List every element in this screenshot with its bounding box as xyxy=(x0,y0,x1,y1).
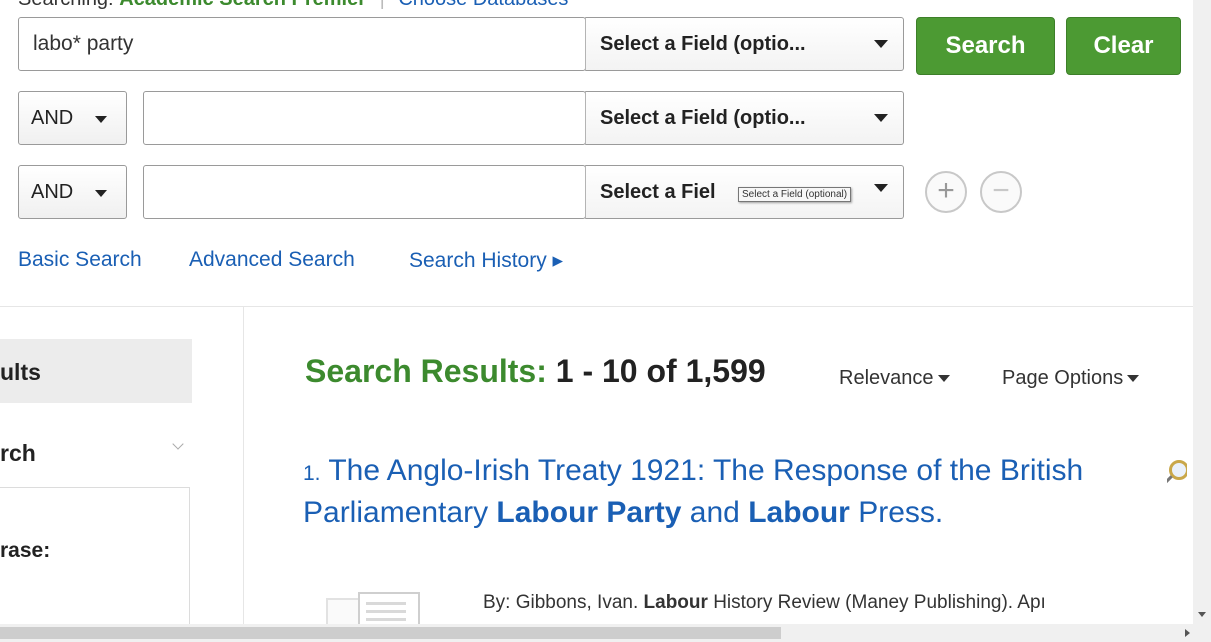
choose-databases-link[interactable]: Choose Databases xyxy=(398,0,568,10)
field-select-3-label: Select a Fiel xyxy=(600,181,716,203)
searching-label: Searching: xyxy=(18,0,114,10)
result-number: 1. xyxy=(303,462,321,485)
advanced-search-link[interactable]: Advanced Search xyxy=(189,248,355,272)
page-options-dropdown[interactable]: Page Options xyxy=(1002,367,1140,390)
sort-label: Relevance xyxy=(839,367,934,389)
sidebar-header-label: ults xyxy=(0,359,41,385)
basic-search-link[interactable]: Basic Search xyxy=(18,248,142,272)
search-history-link[interactable]: Search History ▸ xyxy=(409,248,563,273)
field-select-1-label: Select a Field (optio... xyxy=(600,33,806,55)
horizontal-scrollbar[interactable] xyxy=(0,624,1211,642)
results-count: 1 - 10 of 1,599 xyxy=(555,353,766,389)
search-input-2[interactable] xyxy=(143,91,586,145)
horizontal-scroll-thumb[interactable] xyxy=(0,627,781,639)
field-select-2-label: Select a Field (optio... xyxy=(600,107,806,129)
sidebar-panel: rase: xyxy=(0,487,190,627)
boolean-select-2[interactable]: AND xyxy=(18,91,127,145)
field-select-1[interactable]: Select a Field (optio... xyxy=(585,17,904,71)
field-select-2[interactable]: Select a Field (optio... xyxy=(585,91,904,145)
scroll-down-arrow-icon[interactable] xyxy=(1198,612,1206,617)
result-byline: By: Gibbons, Ivan. Labour History Review… xyxy=(483,592,1046,613)
column-divider xyxy=(243,307,244,627)
page-options-label: Page Options xyxy=(1002,367,1124,389)
boolean-select-3[interactable]: AND xyxy=(18,165,127,219)
sidebar-header: ults xyxy=(0,339,192,403)
searching-line: Searching: Academic Search Premier | Cho… xyxy=(18,0,568,11)
chevron-down-icon xyxy=(874,184,888,192)
chevron-down-icon xyxy=(874,114,888,122)
results-label: Search Results: xyxy=(305,353,547,389)
scroll-right-arrow-icon[interactable] xyxy=(1185,629,1190,637)
search-button[interactable]: Search xyxy=(916,17,1055,75)
search-input-1[interactable]: labo* party xyxy=(18,17,586,71)
chevron-down-icon xyxy=(937,375,950,383)
sidebar-phrase-label: rase: xyxy=(0,539,51,562)
boolean-select-2-label: AND xyxy=(31,107,74,129)
boolean-select-3-label: AND xyxy=(31,181,74,203)
chevron-down-icon xyxy=(95,190,107,197)
chevron-down-icon xyxy=(1127,375,1140,383)
result-title[interactable]: 1. The Anglo-Irish Treaty 1921: The Resp… xyxy=(303,451,1143,532)
add-row-button[interactable]: + xyxy=(925,171,967,213)
remove-row-button[interactable]: − xyxy=(980,171,1022,213)
clear-button[interactable]: Clear xyxy=(1066,17,1181,75)
document-thumbnail-icon[interactable] xyxy=(318,586,422,626)
section-divider xyxy=(0,306,1193,307)
field-tooltip: Select a Field (optional) xyxy=(738,187,852,202)
chevron-down-icon xyxy=(95,116,107,123)
sidebar-section-label[interactable]: rch xyxy=(0,440,36,467)
preview-magnifier-icon[interactable] xyxy=(1167,458,1187,488)
results-heading: Search Results: 1 - 10 of 1,599 xyxy=(305,353,766,390)
database-name[interactable]: Academic Search Premier xyxy=(119,0,366,10)
vertical-scrollbar[interactable] xyxy=(1193,0,1211,624)
search-input-3[interactable] xyxy=(143,165,586,219)
chevron-down-icon[interactable] xyxy=(172,438,184,450)
sort-dropdown[interactable]: Relevance xyxy=(839,367,950,390)
chevron-down-icon xyxy=(874,40,888,48)
